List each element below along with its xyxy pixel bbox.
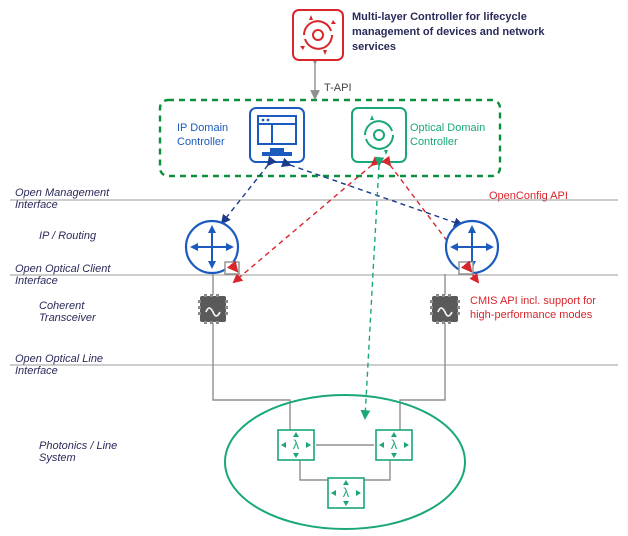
dashboard-icon <box>250 108 304 162</box>
photonic-node-3: λ <box>328 478 364 508</box>
router-icon-left <box>186 221 239 274</box>
chip-icon-right <box>430 294 460 324</box>
cycle-icon <box>352 108 406 162</box>
router-icon-right <box>446 221 498 274</box>
photonic-node-2: λ <box>376 430 412 460</box>
svg-text:λ: λ <box>343 485 350 500</box>
multi-layer-controller-icon <box>293 10 343 60</box>
photonic-node-1: λ <box>278 430 314 460</box>
diagram-svg: λ λ λ <box>0 0 628 536</box>
svg-text:λ: λ <box>391 437 398 452</box>
svg-text:λ: λ <box>293 437 300 452</box>
chip-icon-left <box>198 294 228 324</box>
